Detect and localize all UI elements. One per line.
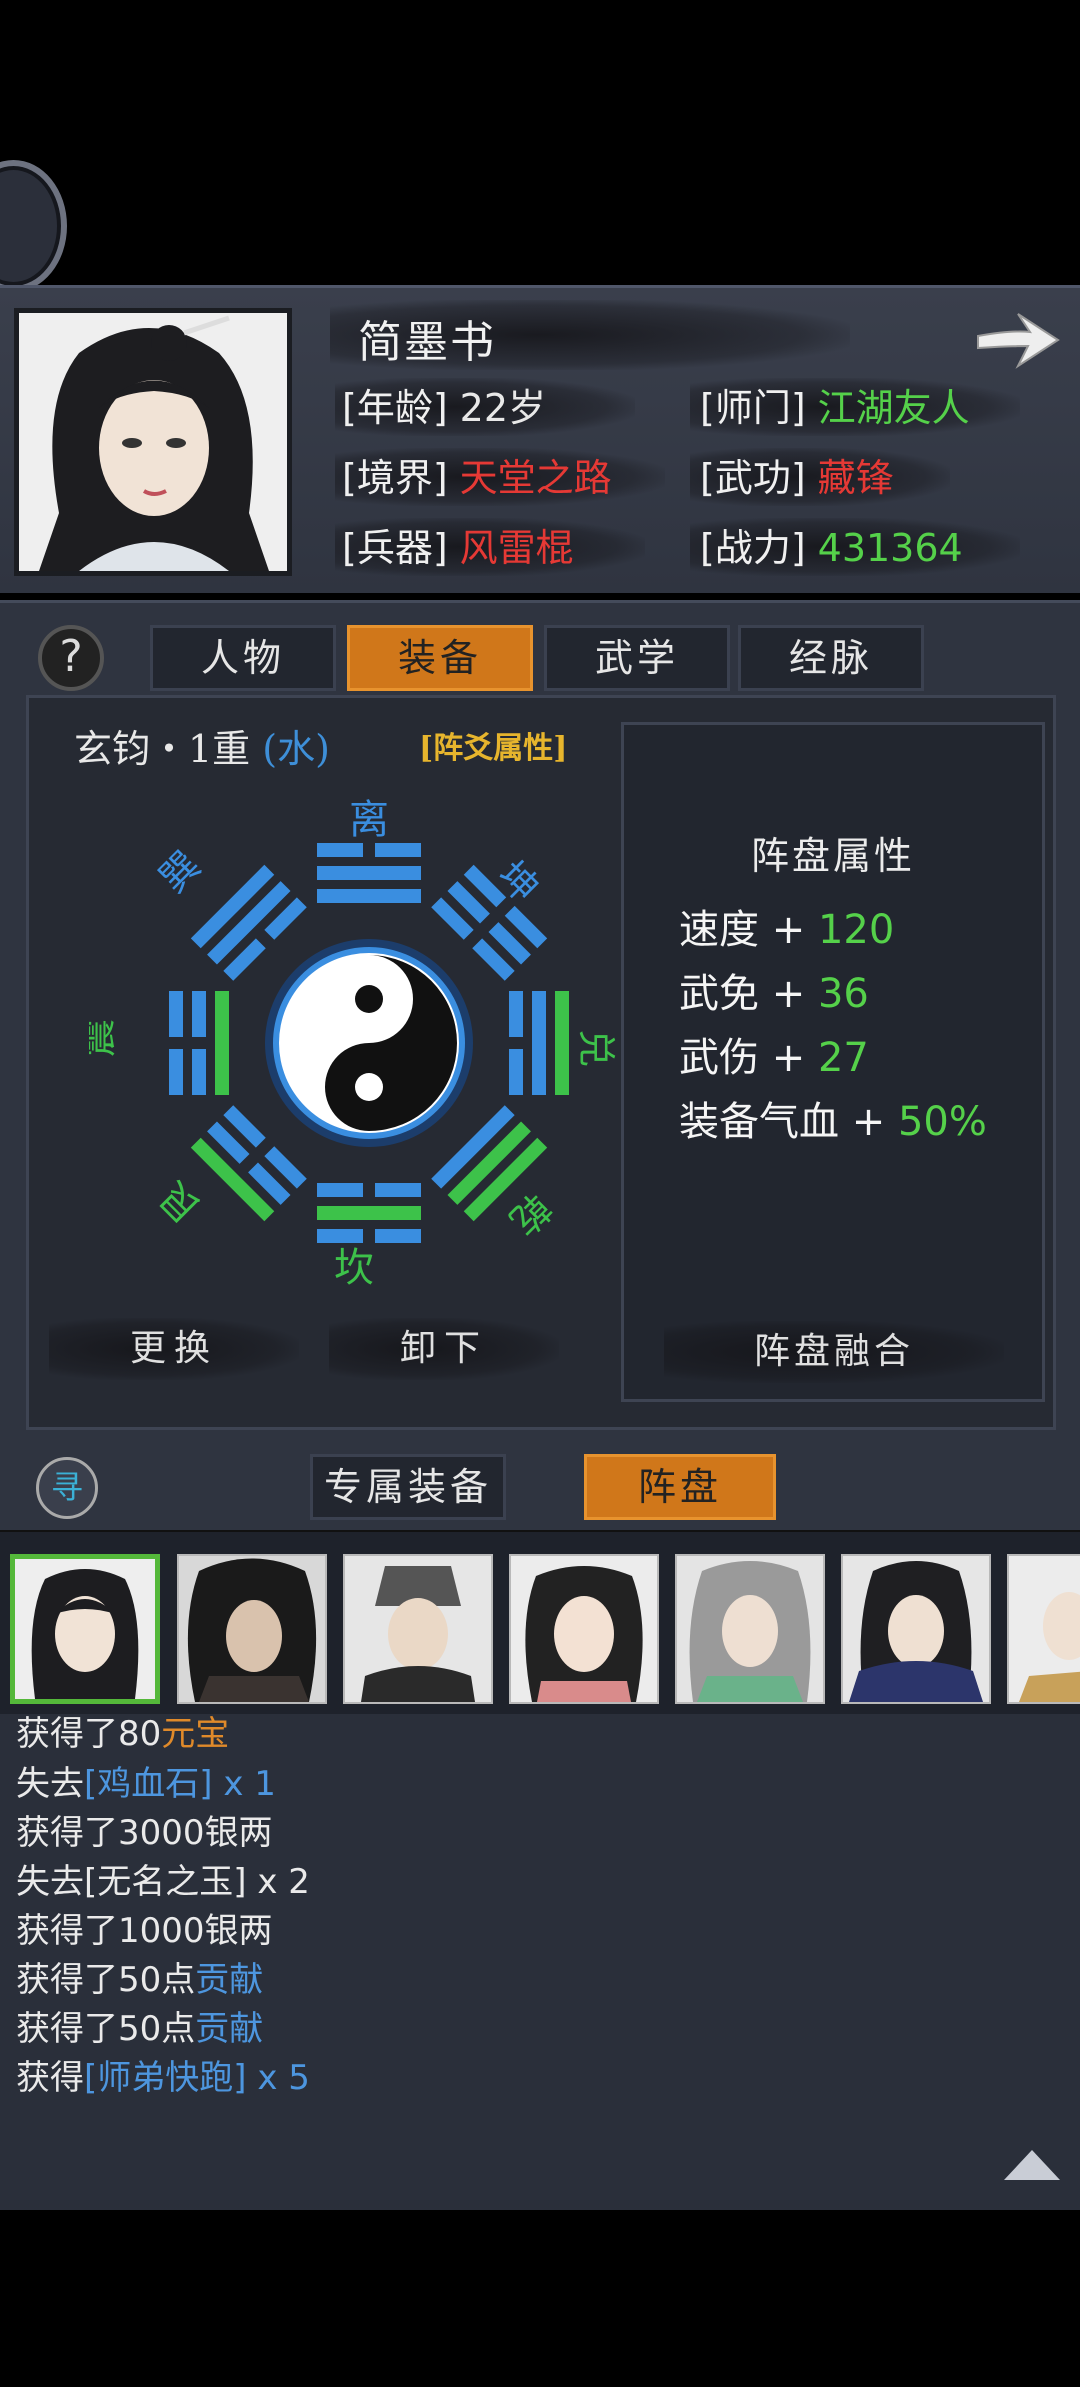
equipment-panel: ? 人物 装备 武学 经脉 玄钧・1重 (水) [阵爻属性] 离 坤 兑 乾 坎… [0,600,1080,1443]
trigram-kan [317,1183,421,1243]
stat-power: [战力] 431364 [700,526,963,570]
trigram-label-li: 离 [349,797,389,843]
trigram-label-qian: 乾 [501,1185,559,1243]
formation-attribute-link[interactable]: [阵爻属性] [419,723,567,767]
hero-portrait-6[interactable] [841,1554,991,1704]
trigram-label-zhen: 震 [89,1019,120,1057]
trigram-dui [509,991,569,1095]
scroll-up-icon[interactable] [1002,2148,1062,2182]
log-line: 失去[无名之玉] x 2 [16,1862,310,1902]
log-line: 获得了50点贡献 [16,2009,264,2049]
tab-meridians[interactable]: 经脉 [738,625,924,691]
formation-stats-box: 阵盘属性 速度 + 120 武免 + 36 武伤 + 27 装备气血 + 50%… [621,722,1045,1402]
character-portrait [14,308,292,576]
attr-martial-damage: 武伤 + 27 [679,1035,869,1081]
hero-portrait-4[interactable] [509,1554,659,1704]
log-line: 获得了50点贡献 [16,1960,264,2000]
formation-name: 玄钧・1重 (水) [74,727,330,771]
tab-exclusive-equipment[interactable]: 专属装备 [310,1454,506,1520]
replace-button[interactable]: 更换 [49,1318,299,1380]
profile-header: 简墨书 [年龄] 22岁 [师门] 江湖友人 [境界] 天堂之路 [武功] 藏锋 [兵器… [0,285,1080,593]
trigram-label-dui: 兑 [574,1029,618,1067]
help-icon[interactable]: ? [38,625,104,691]
tab-martial-arts[interactable]: 武学 [544,625,730,691]
unequip-button[interactable]: 卸下 [329,1318,559,1380]
attr-speed: 速度 + 120 [679,907,895,953]
hero-portrait-1[interactable] [10,1554,160,1704]
character-name: 简墨书 [358,317,496,368]
seek-coin-icon[interactable]: 寻 [36,1457,98,1519]
log-line: 获得了3000银两 [16,1813,273,1853]
tab-formation-disk[interactable]: 阵盘 [584,1454,776,1520]
equipment-sub-tabs: 寻 专属装备 阵盘 [0,1440,1080,1533]
hero-portrait-2[interactable] [177,1554,327,1704]
stat-martial-art: [武功] 藏锋 [700,456,894,500]
trigram-label-gen: 艮 [151,1173,209,1231]
log-line: 失去[鸡血石] x 1 [16,1764,276,1804]
activity-log: 获得了80元宝 失去[鸡血石] x 1 获得了3000银两 失去[无名之玉] x… [0,1714,1080,2210]
hero-portrait-5[interactable] [675,1554,825,1704]
hero-roster [0,1532,1080,1714]
round-menu-badge[interactable] [0,160,67,292]
trigram-label-xun: 巽 [151,843,209,901]
stat-sect: [师门] 江湖友人 [700,386,970,430]
log-line: 获得了1000银两 [16,1911,273,1951]
hero-portrait-7[interactable] [1007,1554,1080,1704]
tab-character[interactable]: 人物 [150,625,336,691]
formation-content: 玄钧・1重 (水) [阵爻属性] 离 坤 兑 乾 坎 艮 巽 更换 卸下 阵盘属… [26,695,1056,1430]
stat-age: [年龄] 22岁 [342,386,547,430]
attr-martial-defense: 武免 + 36 [679,971,869,1017]
bagua-diagram: 离 坤 兑 乾 坎 艮 震 巽 [89,797,618,1291]
stat-realm: [境界] 天堂之路 [342,456,612,500]
formation-stats-title: 阵盘属性 [750,834,915,878]
log-line: 获得[师弟快跑] x 5 [16,2058,310,2098]
trigram-li [317,843,421,903]
trigram-xun [190,864,307,981]
tab-equipment[interactable]: 装备 [347,625,533,691]
log-line: 获得了80元宝 [16,1714,230,1754]
formation-fuse-button[interactable]: 阵盘融合 [664,1321,1004,1383]
hero-portrait-3[interactable] [343,1554,493,1704]
trigram-label-kan: 坎 [334,1245,374,1291]
attr-equipment-hp: 装备气血 + 50% [679,1099,987,1145]
formation-element: (水) [262,727,330,771]
stat-weapon: [兵器] 风雷棍 [342,526,574,570]
trigram-gen [190,1105,307,1222]
next-arrow-icon[interactable] [972,306,1062,372]
trigram-zhen [169,991,229,1095]
